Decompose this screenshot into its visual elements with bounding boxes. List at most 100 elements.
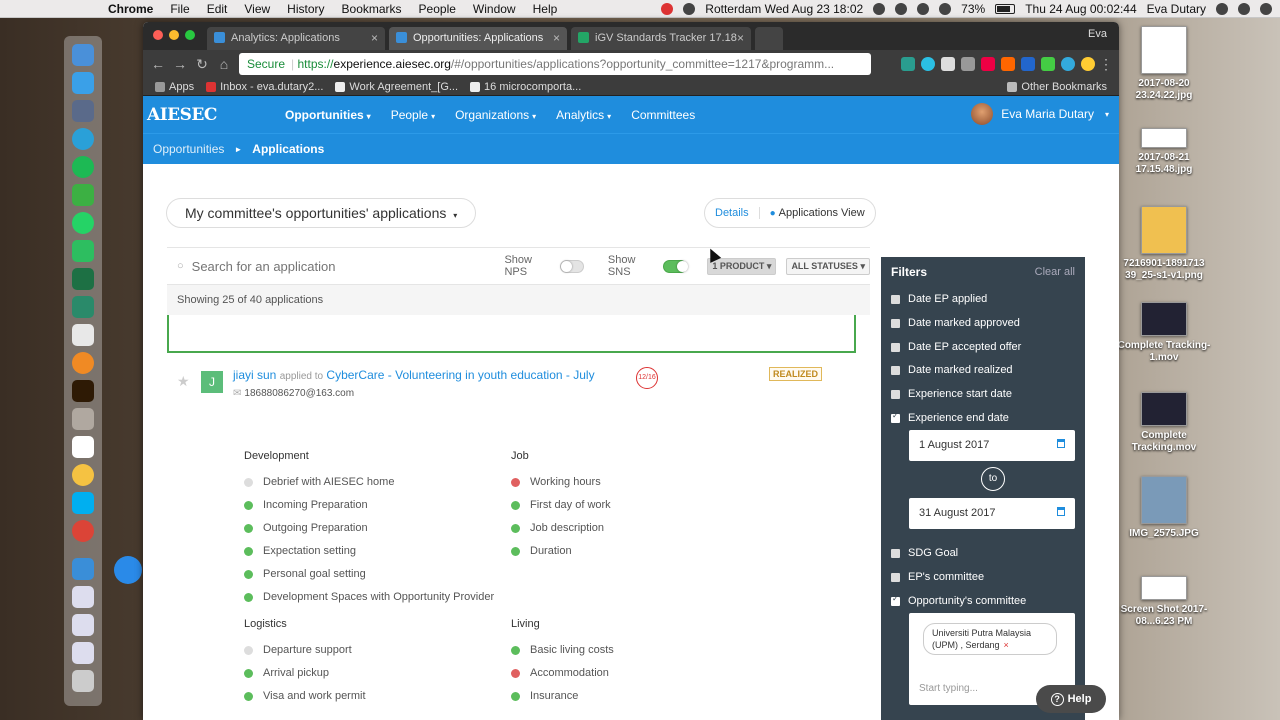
checkbox[interactable] <box>891 572 900 582</box>
filter-date-marked-realized[interactable]: Date marked realized <box>891 364 1013 376</box>
tab-close-icon[interactable]: × <box>371 31 378 45</box>
volume-icon[interactable] <box>939 2 952 15</box>
application-row[interactable]: ★ J jiayi sun applied to CyberCare - Vol… <box>167 364 857 408</box>
finder-icon[interactable] <box>72 44 94 66</box>
extension-icon[interactable] <box>1041 57 1055 71</box>
checkbox[interactable] <box>891 389 900 399</box>
breadcrumb-opportunities[interactable]: Opportunities <box>153 142 224 156</box>
screenshot-icon[interactable] <box>72 642 94 664</box>
ibooks-icon[interactable] <box>72 352 94 374</box>
chrome-menu-icon[interactable]: ⋮ <box>1095 56 1117 73</box>
textedit-icon[interactable] <box>72 324 94 346</box>
filter-date-ep-applied[interactable]: Date EP applied <box>891 293 987 305</box>
world-clock-label[interactable]: Rotterdam Wed Aug 23 18:02 <box>705 2 863 16</box>
bookmark-work-agreement[interactable]: Work Agreement_[G... <box>335 81 458 93</box>
desktop-file[interactable]: Complete Tracking-1.mov <box>1114 302 1214 364</box>
checkbox[interactable] <box>891 342 900 352</box>
extension-icon[interactable] <box>901 57 915 71</box>
tab-close-icon[interactable]: × <box>553 31 560 45</box>
extension-icon[interactable] <box>921 57 935 71</box>
messages-icon[interactable] <box>72 72 94 94</box>
calendar-icon[interactable] <box>72 436 94 458</box>
trash-icon[interactable] <box>72 670 94 692</box>
desktop-file[interactable]: 2017-08-20 23.24.22.jpg <box>1114 26 1214 102</box>
menu-edit[interactable]: Edit <box>207 2 228 16</box>
checkbox-checked[interactable] <box>891 594 900 606</box>
extension-icon[interactable] <box>1021 57 1035 71</box>
menu-view[interactable]: View <box>244 2 270 16</box>
wifi-icon[interactable] <box>917 2 930 15</box>
nav-organizations[interactable]: Organizations ▾ <box>455 108 536 122</box>
bookmark-microcomporta[interactable]: 16 microcomporta... <box>470 81 581 93</box>
window-zoom-button[interactable] <box>185 30 195 40</box>
extension-icon[interactable] <box>1061 57 1075 71</box>
committee-search-field[interactable]: Start typing... <box>919 683 978 694</box>
bluetooth-icon[interactable] <box>895 2 908 15</box>
skype-icon[interactable] <box>72 492 94 514</box>
keynote-icon[interactable] <box>72 100 94 122</box>
filter-date-ep-accepted-offer[interactable]: Date EP accepted offer <box>891 341 1021 353</box>
illustrator-icon[interactable] <box>72 380 94 402</box>
menu-help[interactable]: Help <box>533 2 558 16</box>
opportunity-link[interactable]: CyberCare - Volunteering in youth educat… <box>326 368 594 382</box>
other-bookmarks[interactable]: Other Bookmarks <box>1007 81 1107 93</box>
menu-user-name[interactable]: Eva Dutary <box>1147 2 1206 16</box>
bookmark-inbox[interactable]: Inbox - eva.dutary2... <box>206 81 323 93</box>
desktop-file[interactable]: IMG_2575.JPG <box>1114 476 1214 540</box>
facetime-icon[interactable] <box>72 184 94 206</box>
desktop-file[interactable]: 7216901-1891713 39_25-s1-v1.png <box>1114 206 1214 282</box>
clear-all-link[interactable]: Clear all <box>1035 266 1075 278</box>
folder-icon[interactable] <box>72 558 94 580</box>
spotify-icon[interactable] <box>72 156 94 178</box>
star-icon[interactable]: ★ <box>177 373 190 390</box>
nav-analytics[interactable]: Analytics ▾ <box>556 108 611 122</box>
battery-percent[interactable]: 73% <box>961 2 985 16</box>
bookmark-apps[interactable]: Apps <box>155 81 194 93</box>
record-icon[interactable] <box>661 2 674 15</box>
user-menu[interactable]: Eva Maria Dutary ▾ <box>971 103 1109 125</box>
preview-icon[interactable] <box>72 586 94 608</box>
scope-select[interactable]: My committee's opportunities' applicatio… <box>166 198 477 228</box>
desktop-file[interactable]: 2017-08-21 17.15.48.jpg <box>1114 128 1214 176</box>
menu-window[interactable]: Window <box>473 2 516 16</box>
menu-bookmarks[interactable]: Bookmarks <box>342 2 402 16</box>
evernote-icon[interactable] <box>72 240 94 262</box>
menu-clock[interactable]: Thu 24 Aug 00:02:44 <box>1025 2 1136 16</box>
reload-icon[interactable]: ↻ <box>191 56 213 73</box>
details-view-button[interactable]: Details <box>705 207 759 219</box>
show-nps-toggle[interactable] <box>559 259 584 273</box>
sheet-icon[interactable] <box>72 614 94 636</box>
window-minimize-button[interactable] <box>169 30 179 40</box>
sync-icon[interactable] <box>683 2 696 15</box>
app-icon[interactable] <box>72 296 94 318</box>
app-store-icon[interactable] <box>114 556 142 584</box>
chrome-icon[interactable] <box>72 520 94 542</box>
desktop-file[interactable]: Complete Tracking.mov <box>1114 392 1214 454</box>
window-close-button[interactable] <box>153 30 163 40</box>
tab-igv-tracker[interactable]: iGV Standards Tracker 17.18 × <box>571 27 751 50</box>
filter-sdg-goal[interactable]: SDG Goal <box>891 547 958 559</box>
profile-button[interactable]: Eva <box>1088 28 1107 40</box>
date-to-input[interactable]: 31 August 2017 <box>909 498 1075 529</box>
search-input[interactable] <box>191 258 433 274</box>
checkbox[interactable] <box>891 548 900 558</box>
filter-date-marked-approved[interactable]: Date marked approved <box>891 317 1020 329</box>
filter-eps-committee[interactable]: EP's committee <box>891 571 984 583</box>
desktop-file[interactable]: Screen Shot 2017-08...6.23 PM <box>1114 576 1214 628</box>
applications-view-button[interactable]: ● Applications View <box>758 207 875 219</box>
checkbox[interactable] <box>891 294 900 304</box>
nav-people[interactable]: People ▾ <box>391 108 435 122</box>
checkbox-checked[interactable] <box>891 411 900 423</box>
status-filter-dropdown[interactable]: ALL STATUSES ▾ <box>786 257 870 275</box>
address-bar[interactable]: Secure | https://experience.aiesec.org/#/… <box>239 53 871 75</box>
applicant-name-link[interactable]: jiayi sun <box>233 368 276 382</box>
tab-analytics[interactable]: Analytics: Applications × <box>207 27 385 50</box>
tab-close-icon[interactable]: × <box>737 31 744 45</box>
battery-icon[interactable] <box>995 3 1016 14</box>
extension-icon[interactable] <box>1001 57 1015 71</box>
filter-experience-start-date[interactable]: Experience start date <box>891 388 1012 400</box>
calendar-icon[interactable] <box>1057 439 1065 448</box>
extension-icon[interactable] <box>981 57 995 71</box>
menu-app-name[interactable]: Chrome <box>108 2 153 16</box>
tab-opportunities[interactable]: Opportunities: Applications × <box>389 27 567 50</box>
